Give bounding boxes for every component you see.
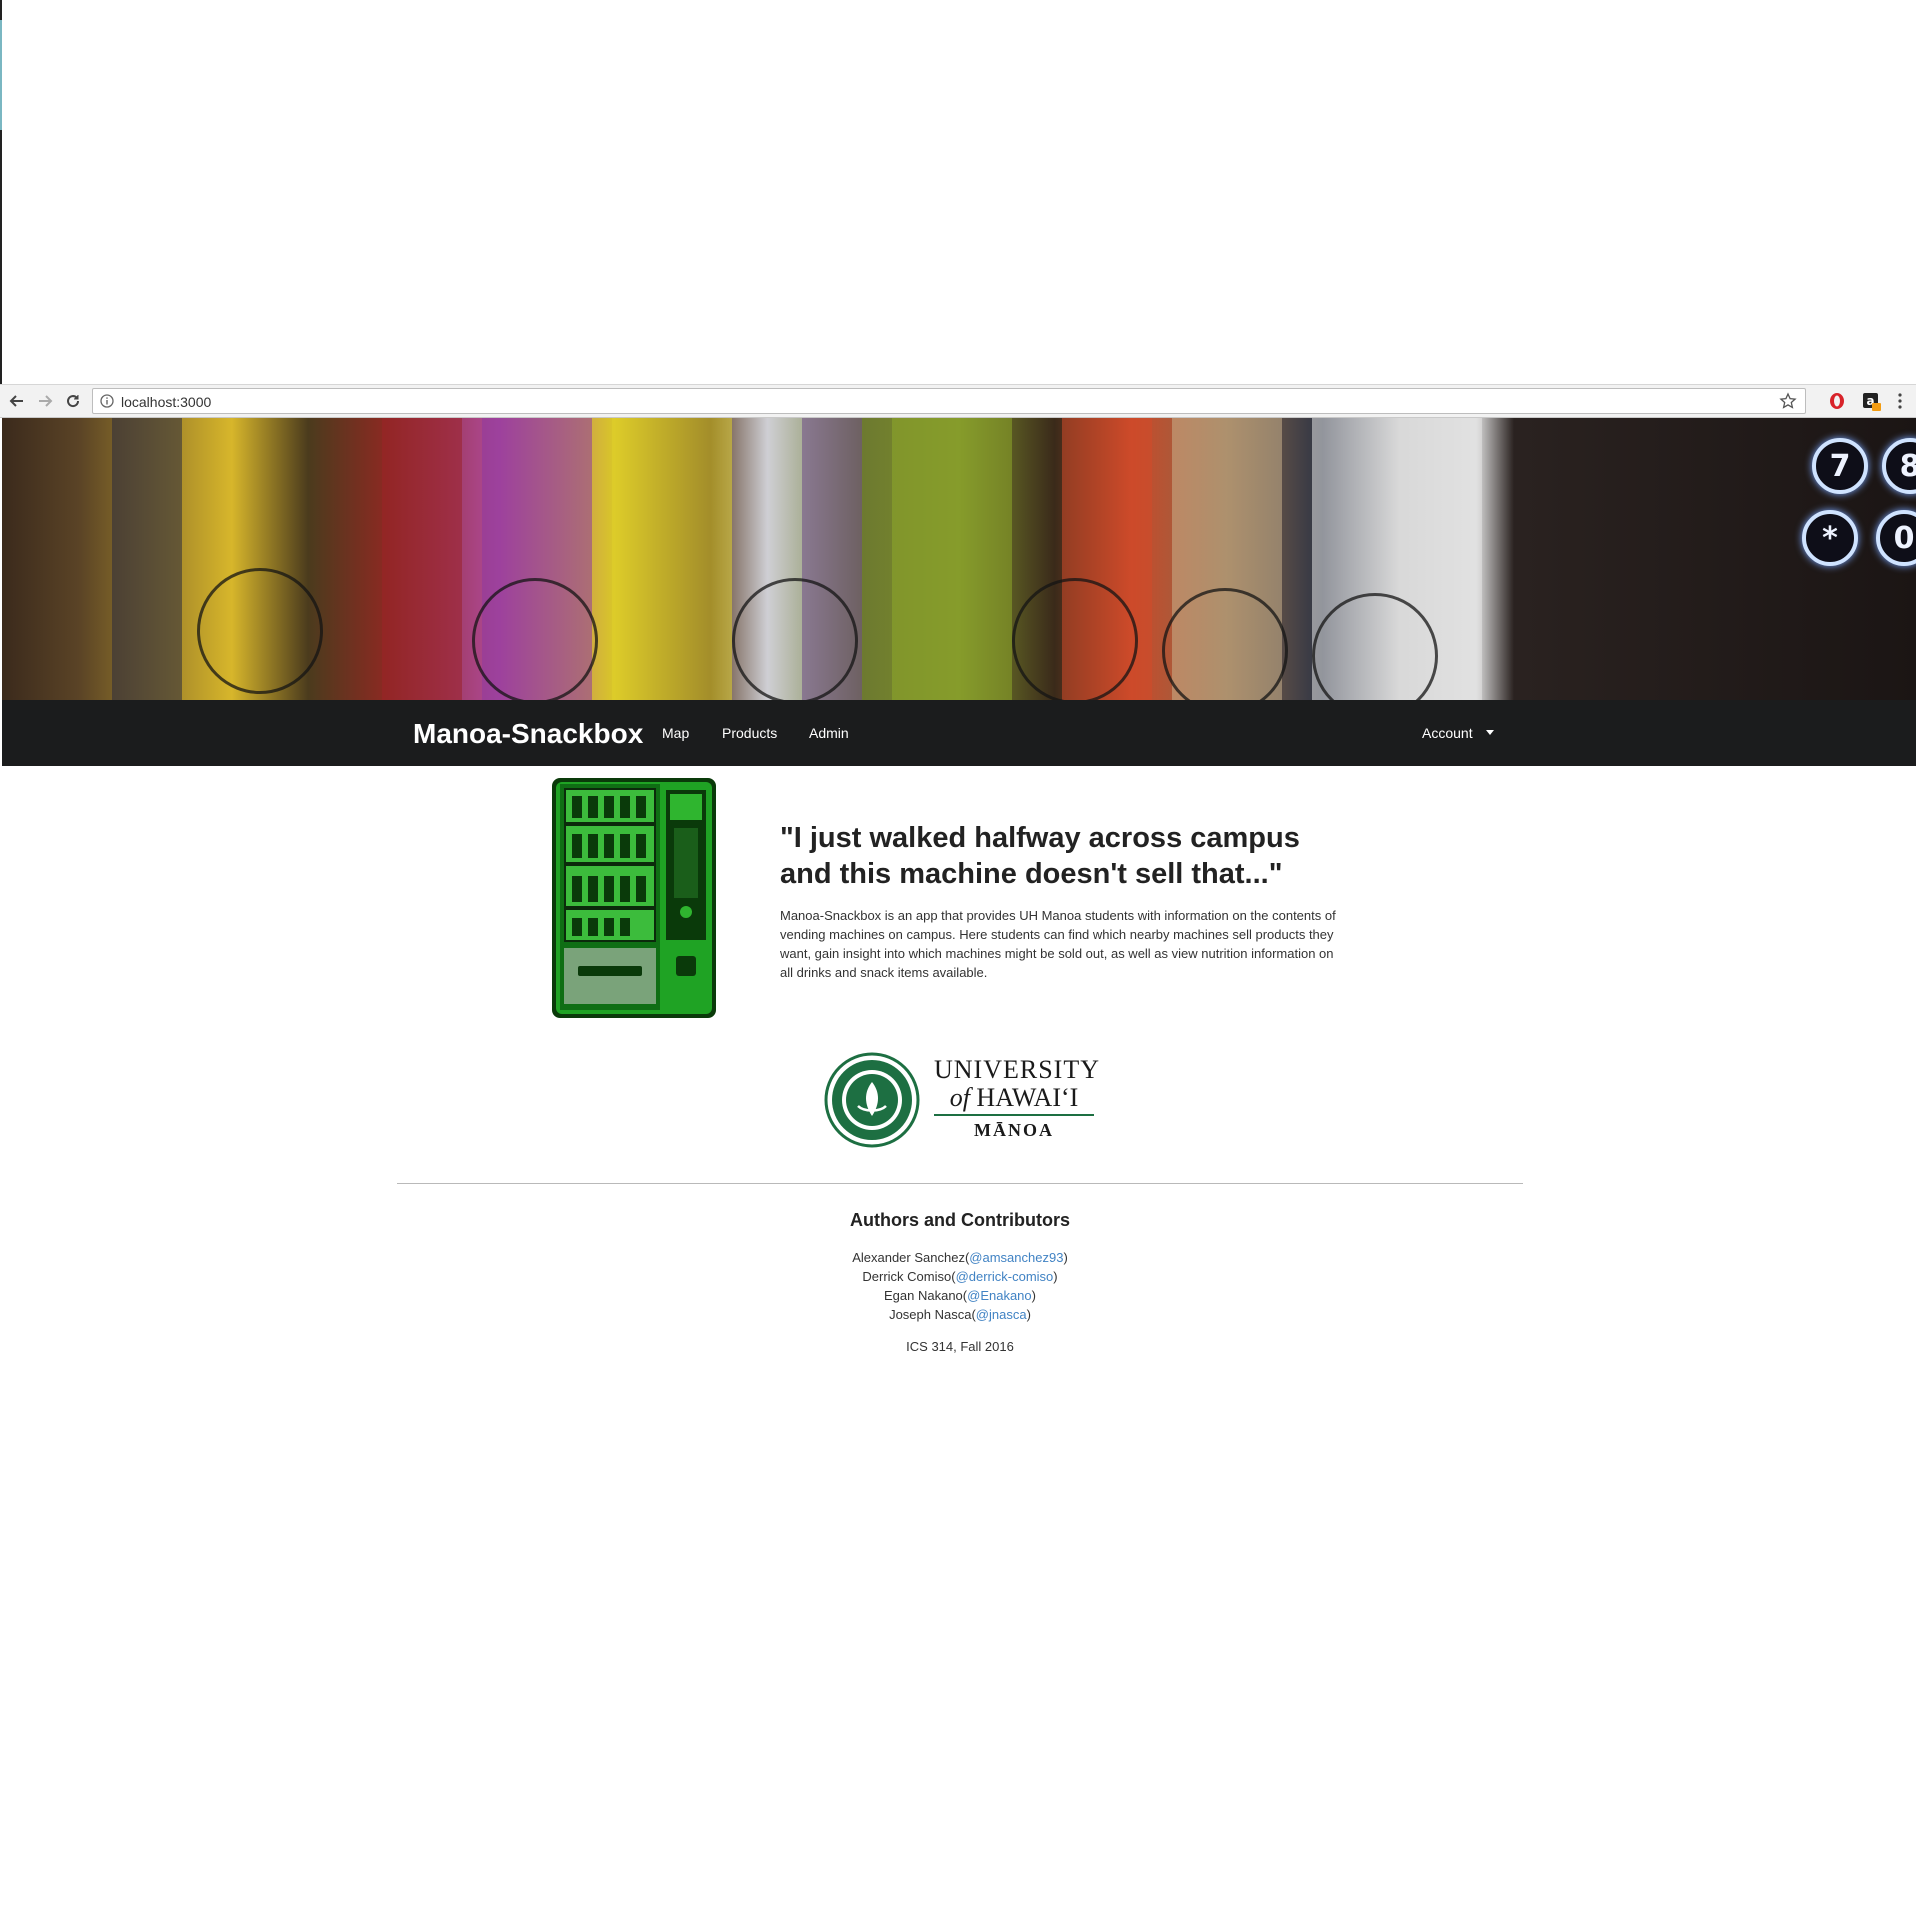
author-github-link[interactable]: @amsanchez93 bbox=[969, 1250, 1063, 1265]
account-dropdown[interactable]: Account bbox=[1422, 725, 1473, 741]
keypad-key-star: * bbox=[1802, 510, 1858, 566]
back-icon[interactable] bbox=[6, 390, 28, 412]
menu-kebab-icon[interactable] bbox=[1897, 392, 1903, 415]
author-github-link[interactable]: @derrick-comiso bbox=[956, 1269, 1054, 1284]
authors-heading: Authors and Contributors bbox=[850, 1210, 1070, 1230]
authors-list: Alexander Sanchez(@amsanchez93) Derrick … bbox=[0, 1248, 1916, 1324]
uh-seal-icon bbox=[824, 1052, 920, 1148]
nav-link-admin[interactable]: Admin bbox=[809, 725, 849, 741]
list-item: Joseph Nasca(@jnasca) bbox=[889, 1307, 1031, 1322]
author-name: Derrick Comiso bbox=[862, 1269, 952, 1284]
hero-banner-image: 7 8 * 0 bbox=[2, 418, 1916, 700]
brand-title[interactable]: Manoa-Snackbox bbox=[413, 718, 643, 750]
uh-line-manoa: MĀNOA bbox=[974, 1120, 1054, 1140]
nav-link-map[interactable]: Map bbox=[662, 725, 689, 741]
chevron-down-icon[interactable] bbox=[1486, 730, 1494, 735]
keypad-key-7: 7 bbox=[1812, 438, 1868, 494]
bookmark-star-icon[interactable] bbox=[1779, 392, 1797, 415]
list-item: Egan Nakano(@Enakano) bbox=[884, 1288, 1036, 1303]
author-name: Egan Nakano bbox=[884, 1288, 963, 1303]
list-item: Alexander Sanchez(@amsanchez93) bbox=[852, 1250, 1068, 1265]
page-root: localhost:3000 a 7 8 * 0 Manoa-Snackbox … bbox=[0, 0, 1916, 1916]
intro-quote: "I just walked halfway across campus and… bbox=[780, 822, 1300, 890]
vending-machine-icon bbox=[552, 778, 716, 1018]
top-navbar: Manoa-Snackbox Map Products Admin Accoun… bbox=[2, 700, 1916, 766]
nav-link-products[interactable]: Products bbox=[722, 725, 777, 741]
uh-rule bbox=[934, 1114, 1094, 1116]
keypad-key-8: 8 bbox=[1882, 438, 1916, 494]
reload-icon[interactable] bbox=[62, 390, 84, 412]
uh-line-university: UNIVERSITY bbox=[934, 1055, 1100, 1084]
opera-extension-icon[interactable] bbox=[1828, 392, 1846, 415]
author-github-link[interactable]: @Enakano bbox=[967, 1288, 1032, 1303]
uh-wordmark: UNIVERSITY of HAWAI‘I MĀNOA bbox=[934, 1055, 1100, 1146]
amazon-extension-icon[interactable]: a bbox=[1862, 392, 1882, 417]
blank-area bbox=[0, 0, 1916, 384]
list-item: Derrick Comiso(@derrick-comiso) bbox=[862, 1269, 1058, 1284]
forward-icon[interactable] bbox=[34, 390, 56, 412]
info-icon[interactable] bbox=[100, 394, 114, 413]
course-label: ICS 314, Fall 2016 bbox=[906, 1339, 1014, 1354]
browser-toolbar: localhost:3000 a bbox=[0, 384, 1916, 418]
url-text[interactable]: localhost:3000 bbox=[121, 394, 211, 410]
address-bar[interactable]: localhost:3000 bbox=[92, 388, 1806, 414]
author-github-link[interactable]: @jnasca bbox=[976, 1307, 1027, 1322]
author-name: Joseph Nasca bbox=[889, 1307, 972, 1322]
keypad-key-0: 0 bbox=[1876, 510, 1916, 566]
uh-line-hawaii: of HAWAI‘I bbox=[934, 1084, 1094, 1112]
intro-description: Manoa-Snackbox is an app that provides U… bbox=[780, 908, 1336, 980]
section-divider bbox=[397, 1183, 1523, 1184]
window-edge-tint bbox=[0, 20, 2, 130]
uh-hawaii: HAWAI‘I bbox=[976, 1083, 1079, 1112]
uh-of: of bbox=[949, 1083, 970, 1112]
author-name: Alexander Sanchez bbox=[852, 1250, 965, 1265]
